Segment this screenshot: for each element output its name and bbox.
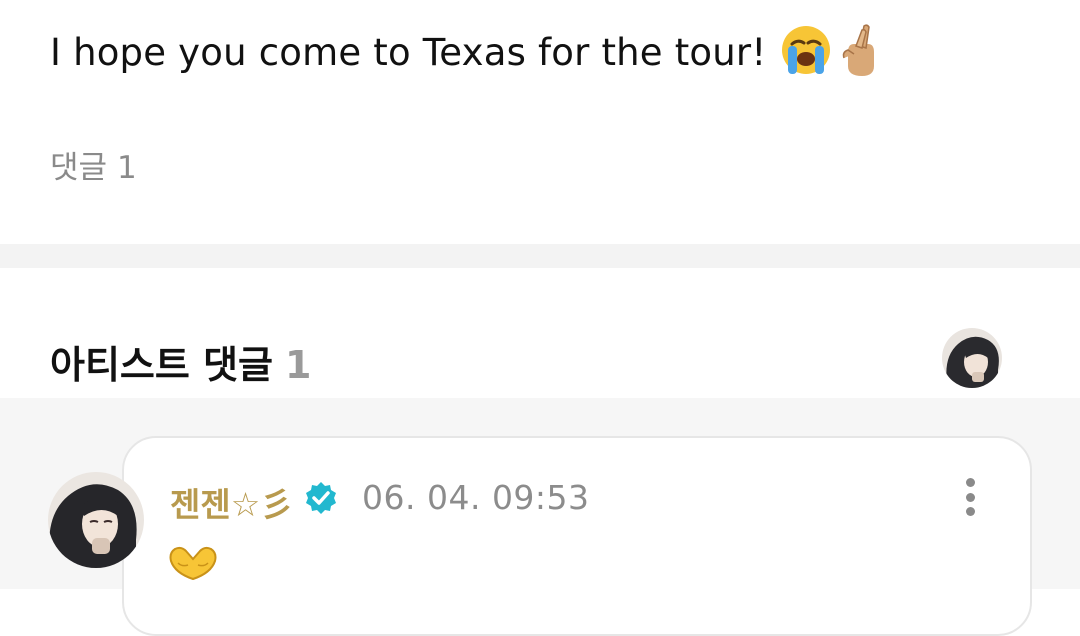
artist-comments-count: 1 bbox=[285, 343, 312, 387]
comment-author-name[interactable]: 젠젠☆彡 bbox=[170, 478, 293, 526]
post-body: I hope you come to Texas for the tour! 댓… bbox=[0, 0, 1080, 244]
comment-count-number: 1 bbox=[117, 150, 137, 186]
artist-comments-header: 아티스트 댓글 1 bbox=[50, 334, 311, 389]
more-dot-icon bbox=[965, 478, 975, 487]
post-text-content: I hope you come to Texas for the tour! bbox=[50, 31, 767, 74]
loudly-crying-face-icon bbox=[780, 24, 832, 85]
comment-author-avatar[interactable] bbox=[48, 472, 144, 568]
comment-timestamp: 06. 04. 09:53 bbox=[362, 478, 590, 517]
artist-avatar[interactable] bbox=[942, 328, 1002, 388]
more-dot-icon bbox=[965, 507, 975, 516]
crossed-fingers-icon bbox=[838, 22, 884, 87]
artist-comments-title: 아티스트 댓글 bbox=[50, 343, 273, 387]
comment-card bbox=[122, 436, 1032, 636]
post-text: I hope you come to Texas for the tour! bbox=[50, 22, 884, 87]
verified-badge-icon bbox=[304, 481, 338, 515]
more-options-button[interactable] bbox=[952, 474, 988, 520]
heart-hands-icon bbox=[168, 545, 218, 585]
more-dot-icon bbox=[965, 492, 975, 502]
section-divider bbox=[0, 244, 1080, 268]
comment-count-label: 댓글 bbox=[50, 150, 108, 186]
comment-count[interactable]: 댓글 1 bbox=[50, 142, 137, 187]
